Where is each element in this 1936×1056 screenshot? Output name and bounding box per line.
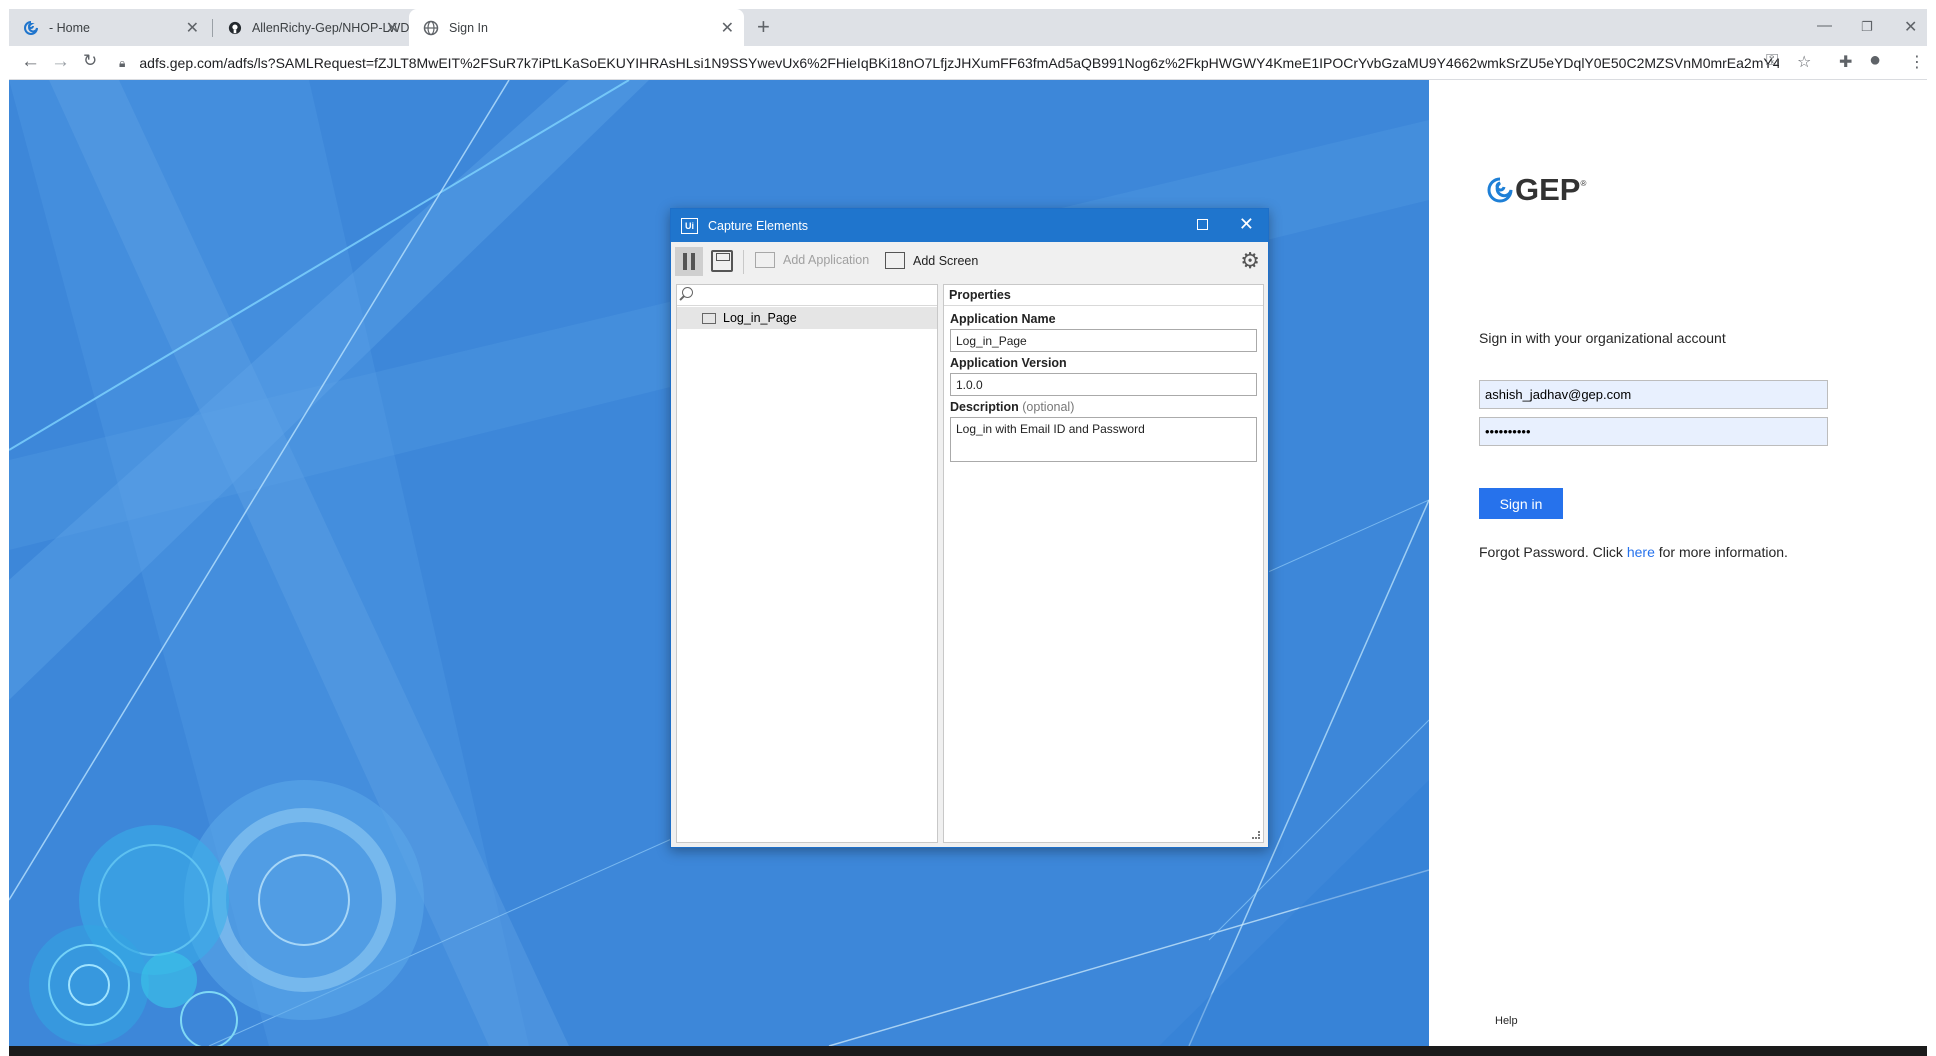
forgot-password-link[interactable]: here [1627,544,1655,560]
gep-logo-text: GEP [1515,172,1581,207]
app-version-label: Application Version [950,356,1067,370]
globe-icon [423,20,439,35]
back-icon[interactable]: ← [21,51,40,73]
key-icon[interactable]: ⚿ [1766,52,1778,70]
add-application-label: Add Application [783,253,870,267]
gep-logo: GEP ® [1487,172,1586,208]
profile-icon[interactable]: ● [1869,49,1881,72]
tree-item-label: Log_in_Page [723,311,797,325]
toolbar-separator [743,250,744,274]
dialog-toolbar: Add Application Add Screen ⚙ [671,242,1268,280]
properties-header: Properties [944,285,1263,306]
add-application-button[interactable]: Add Application [755,252,869,268]
password-field[interactable] [1479,417,1828,446]
tab-github[interactable]: AllenRichy-Gep/NHOP-LWD-Aut ✕ [214,9,409,46]
forgot-prefix: Forgot Password. Click [1479,544,1627,560]
signin-heading: Sign in with your organizational account [1479,330,1726,346]
tab-separator [212,19,213,37]
description-field[interactable]: Log_in with Email ID and Password [950,417,1257,462]
optional-label: (optional) [1022,400,1075,414]
browser-tab-strip: - Home ✕ AllenRichy-Gep/NHOP-LWD-Aut ✕ S… [9,9,1927,46]
forward-icon[interactable]: → [51,51,70,73]
forgot-password-text: Forgot Password. Click here for more inf… [1479,544,1788,560]
element-tree: Log_in_Page [676,284,938,843]
app-name-field[interactable] [950,329,1257,352]
pause-bar [691,253,695,270]
properties-pane: Properties Application Name Application … [943,284,1264,843]
gep-logo-icon [1487,177,1513,203]
address-bar[interactable]: 🔒︎ adfs.gep.com/adfs/ls?SAMLRequest=fZJL… [119,49,1819,77]
pause-bar [683,253,687,270]
extensions-icon[interactable]: ✚ [1839,52,1852,72]
github-icon [228,21,242,34]
url-text[interactable]: adfs.gep.com/adfs/ls?SAMLRequest=fZJLT8M… [139,55,1779,71]
save-icon[interactable] [711,250,733,272]
tab-sign-in-title: Sign In [449,20,488,35]
reload-icon[interactable]: ↻ [83,51,97,71]
dialog-title: Capture Elements [708,218,809,233]
tab-home[interactable]: - Home ✕ [9,9,209,46]
resize-grip-icon[interactable] [1252,831,1260,839]
maximize-icon[interactable] [1197,219,1208,230]
pause-button[interactable] [675,247,703,276]
tree-item-log-in-page[interactable]: Log_in_Page [677,307,937,329]
email-field[interactable] [1479,380,1828,409]
app-version-field[interactable] [950,373,1257,396]
add-screen-label: Add Screen [913,253,979,268]
gep-logo-registered: ® [1580,178,1587,188]
lock-icon[interactable]: 🔒︎ [119,56,125,71]
close-tab-icon[interactable]: ✕ [721,18,734,38]
tab-home-title: - Home [49,20,90,35]
help-link[interactable]: Help [1495,1015,1518,1027]
capture-elements-dialog: Ui Capture Elements ✕ Add Application Ad… [670,208,1269,848]
login-panel: GEP ® Sign in with your organizational a… [1429,80,1927,1046]
application-icon [702,312,716,324]
tree-search-input[interactable] [677,285,937,306]
close-tab-icon[interactable]: ✕ [386,18,399,38]
dialog-titlebar[interactable]: Ui Capture Elements ✕ [671,209,1268,242]
browser-toolbar: ← → ↻ 🔒︎ adfs.gep.com/adfs/ls?SAMLReques… [9,46,1927,80]
uipath-icon: Ui [681,217,698,234]
signin-button[interactable]: Sign in [1479,488,1563,519]
new-tab-icon[interactable]: + [757,14,770,40]
tab-sign-in[interactable]: Sign In ✕ [409,9,744,46]
search-icon [682,287,693,298]
gep-favicon-icon [24,20,38,35]
taskbar [9,1046,1927,1056]
menu-icon[interactable]: ⋮ [1909,52,1925,72]
close-dialog-icon[interactable]: ✕ [1239,214,1254,235]
add-application-icon [755,252,775,268]
description-label: Description (optional) [950,400,1074,414]
screen: - Home ✕ AllenRichy-Gep/NHOP-LWD-Aut ✕ S… [0,0,1936,1056]
app-name-label: Application Name [950,312,1056,326]
add-screen-button[interactable]: Add Screen [885,252,978,269]
bookmark-star-icon[interactable]: ☆ [1797,52,1811,72]
restore-icon[interactable]: ❐ [1861,19,1873,35]
forgot-suffix: for more information. [1654,544,1788,560]
description-label-text: Description [950,400,1019,414]
minimize-icon[interactable]: — [1817,17,1832,34]
gear-icon[interactable]: ⚙ [1240,248,1260,274]
add-screen-icon [885,252,905,269]
close-window-icon[interactable]: ✕ [1904,17,1917,37]
close-tab-icon[interactable]: ✕ [186,18,199,38]
